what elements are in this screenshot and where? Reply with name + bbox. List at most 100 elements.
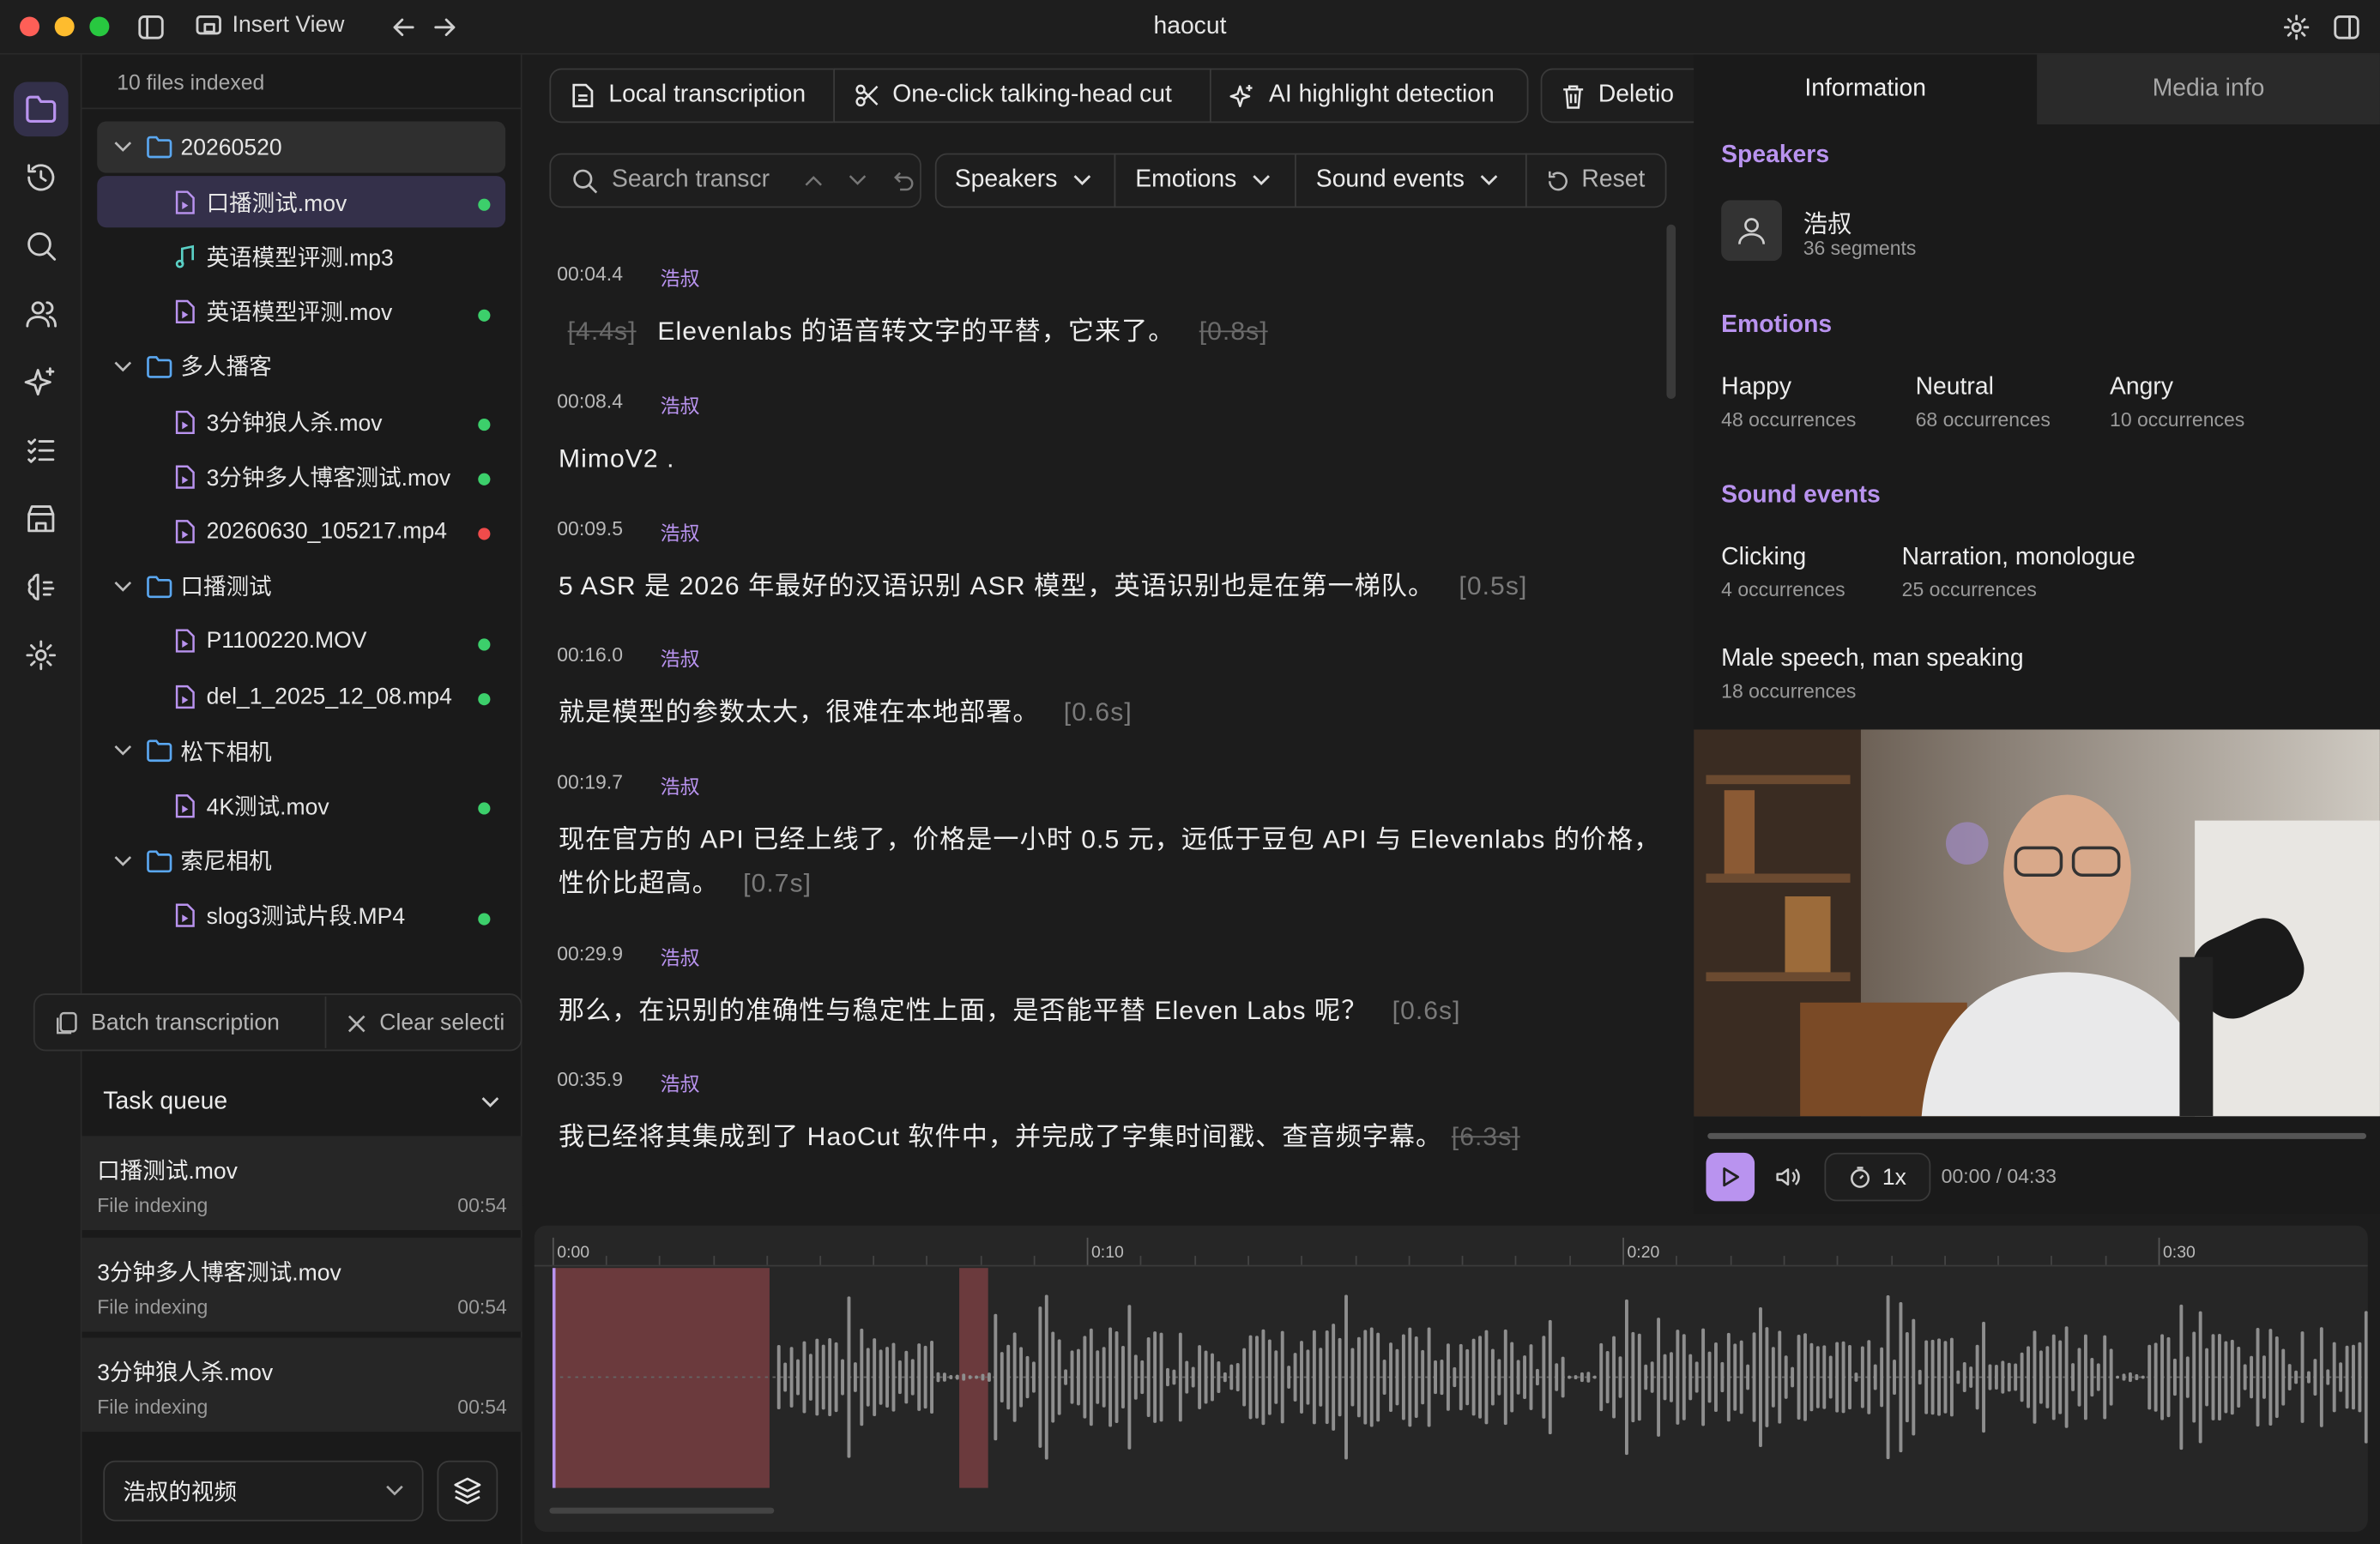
file-row[interactable]: 4K测试.mov bbox=[97, 781, 505, 832]
file-row[interactable]: 3分钟狼人杀.mov bbox=[97, 396, 505, 448]
expand-toggle[interactable] bbox=[114, 745, 132, 757]
segment-timestamp[interactable]: 00:08.4 bbox=[557, 389, 623, 413]
file-row[interactable]: slog3测试片段.MP4 bbox=[97, 890, 505, 942]
silence-marker[interactable]: [0.6s] bbox=[1392, 997, 1461, 1026]
video-preview[interactable] bbox=[1694, 729, 2380, 1117]
segment-timestamp[interactable]: 00:16.0 bbox=[557, 643, 623, 666]
folder-row[interactable]: 松下相机 bbox=[97, 726, 505, 777]
segment-text[interactable]: 现在官方的 API 已经上线了，价格是一小时 0.5 元，远低于豆包 API 与… bbox=[559, 817, 1666, 906]
nav-ai-button[interactable] bbox=[14, 355, 69, 410]
tab-media-info[interactable]: Media info bbox=[2037, 54, 2380, 124]
local-transcription-button[interactable]: Local transcription bbox=[549, 68, 836, 124]
back-arrow-icon[interactable] bbox=[391, 15, 415, 39]
undo-icon[interactable] bbox=[892, 170, 914, 191]
expand-toggle[interactable] bbox=[114, 141, 132, 153]
waveform-timeline[interactable]: 0:00 0:10 0:20 0:30 bbox=[534, 1225, 2368, 1532]
segment-speaker[interactable]: 浩叔 bbox=[661, 643, 700, 672]
nav-files-button[interactable] bbox=[13, 81, 69, 137]
task-item[interactable]: 3分钟狼人杀.mov File indexing 00:54 bbox=[82, 1337, 523, 1432]
segment-text[interactable]: [4.4s] Elevenlabs 的语音转文字的平替，它来了。 [0.8s] bbox=[559, 310, 1666, 353]
segment-text[interactable]: 5 ASR 是 2026 年最好的汉语识别 ASR 模型，英语识别也是在第一梯队… bbox=[559, 564, 1666, 608]
folder-row[interactable]: 多人播客 bbox=[97, 341, 505, 392]
silence-marker[interactable]: [4.4s] bbox=[568, 317, 637, 347]
chevron-down-icon[interactable] bbox=[114, 745, 132, 757]
search-transcript-input[interactable]: Search transcr bbox=[549, 153, 921, 208]
insert-view-button[interactable]: Insert View bbox=[196, 12, 344, 38]
chevron-down-icon[interactable] bbox=[114, 581, 132, 593]
segment-timestamp[interactable]: 00:19.7 bbox=[557, 770, 623, 793]
maximize-window-button[interactable] bbox=[89, 16, 110, 37]
transcript-scrollbar[interactable] bbox=[1666, 224, 1676, 400]
file-row[interactable]: 英语模型评测.mov bbox=[97, 286, 505, 337]
nav-store-button[interactable] bbox=[14, 492, 69, 546]
file-row[interactable]: del_1_2025_12_08.mp4 bbox=[97, 671, 505, 722]
segment-speaker[interactable]: 浩叔 bbox=[661, 942, 700, 971]
silence-marker[interactable]: [0.5s] bbox=[1459, 572, 1527, 601]
segment-speaker[interactable]: 浩叔 bbox=[661, 517, 700, 546]
expand-toggle[interactable] bbox=[114, 360, 132, 372]
segment-timestamp[interactable]: 00:35.9 bbox=[557, 1068, 623, 1091]
play-button[interactable] bbox=[1706, 1152, 1755, 1202]
silence-marker[interactable]: [0.8s] bbox=[1199, 317, 1268, 347]
nav-search-button[interactable] bbox=[14, 219, 69, 274]
chevron-down-icon[interactable] bbox=[114, 360, 132, 372]
folder-row[interactable]: 索尼相机 bbox=[97, 835, 505, 887]
speakers-filter[interactable]: Speakers bbox=[934, 153, 1116, 208]
forward-arrow-icon[interactable] bbox=[432, 15, 456, 39]
nav-history-button[interactable] bbox=[14, 150, 69, 205]
sound-events-filter[interactable]: Sound events bbox=[1295, 153, 1527, 208]
minimize-window-button[interactable] bbox=[54, 16, 75, 37]
volume-icon[interactable] bbox=[1774, 1163, 1802, 1191]
batch-transcription-button[interactable]: Batch transcription bbox=[55, 1010, 280, 1036]
nav-settings-button[interactable] bbox=[14, 628, 69, 683]
chevron-down-icon[interactable] bbox=[114, 141, 132, 153]
layers-button[interactable] bbox=[437, 1460, 498, 1522]
segment-text[interactable]: 那么，在识别的准确性与稳定性上面，是否能平替 Eleven Labs 呢？ [0.… bbox=[559, 989, 1666, 1033]
tab-information[interactable]: Information bbox=[1694, 54, 2038, 124]
segment-text[interactable]: 就是模型的参数太大，很难在本地部署。 [0.6s] bbox=[559, 691, 1666, 734]
segment-speaker[interactable]: 浩叔 bbox=[661, 770, 700, 799]
reset-filters-button[interactable]: Reset bbox=[1525, 153, 1667, 208]
task-queue-header[interactable]: Task queue bbox=[82, 1071, 523, 1134]
segment-speaker[interactable]: 浩叔 bbox=[661, 389, 700, 419]
file-row[interactable]: 20260630_105217.mp4 bbox=[97, 506, 505, 558]
playback-progress-track[interactable] bbox=[1707, 1132, 2367, 1139]
file-row[interactable]: P1100220.MOV bbox=[97, 616, 505, 667]
segment-speaker[interactable]: 浩叔 bbox=[661, 262, 700, 292]
talking-head-cut-button[interactable]: One-click talking-head cut bbox=[833, 68, 1211, 124]
segment-text[interactable]: 我已经将其集成到了 HaoCut 软件中，并完成了字集时间戳、查音频字幕。 [6.… bbox=[559, 1115, 1666, 1159]
file-row[interactable]: 3分钟多人博客测试.mov bbox=[97, 450, 505, 502]
ai-highlight-button[interactable]: AI highlight detection bbox=[1209, 68, 1529, 124]
chevron-down-icon[interactable] bbox=[114, 855, 132, 867]
segment-timestamp[interactable]: 00:09.5 bbox=[557, 517, 623, 540]
silence-marker[interactable]: [0.7s] bbox=[743, 869, 812, 898]
folder-row[interactable]: 20260520 bbox=[97, 121, 506, 173]
segment-timestamp[interactable]: 00:29.9 bbox=[557, 942, 623, 965]
task-item[interactable]: 3分钟多人博客测试.mov File indexing 00:54 bbox=[82, 1236, 523, 1331]
segment-text[interactable]: MimoV2 . bbox=[559, 437, 1666, 480]
expand-toggle[interactable] bbox=[114, 855, 132, 867]
settings-gear-icon[interactable] bbox=[2283, 14, 2311, 41]
segment-timestamp[interactable]: 00:04.4 bbox=[557, 262, 623, 286]
sidebar-toggle-icon[interactable] bbox=[138, 15, 164, 39]
nav-brain-button[interactable] bbox=[14, 559, 69, 614]
timeline-scrollbar[interactable] bbox=[549, 1507, 775, 1514]
file-row[interactable]: 英语模型评测.mp3 bbox=[97, 231, 505, 282]
emotions-filter[interactable]: Emotions bbox=[1114, 153, 1296, 208]
silence-marker[interactable]: [6.3s] bbox=[1452, 1115, 1520, 1159]
nav-people-button[interactable] bbox=[14, 286, 69, 341]
segment-speaker[interactable]: 浩叔 bbox=[661, 1068, 700, 1097]
deletion-button[interactable]: Deletio bbox=[1540, 68, 1694, 124]
task-item[interactable]: 口播测试.mov File indexing 00:54 bbox=[82, 1136, 523, 1231]
expand-toggle[interactable] bbox=[114, 581, 132, 593]
chevron-down-icon[interactable] bbox=[849, 174, 867, 186]
playback-speed-button[interactable]: 1x bbox=[1824, 1152, 1931, 1202]
chevron-up-icon[interactable] bbox=[805, 174, 823, 186]
project-select[interactable]: 浩叔的视频 bbox=[103, 1460, 424, 1522]
silence-marker[interactable]: [0.6s] bbox=[1064, 697, 1133, 727]
close-window-button[interactable] bbox=[19, 16, 39, 37]
clear-selection-button[interactable]: Clear selecti bbox=[346, 1010, 504, 1036]
file-row[interactable]: 口播测试.mov bbox=[97, 176, 506, 228]
nav-list-button[interactable] bbox=[14, 423, 69, 478]
right-panel-toggle-icon[interactable] bbox=[2333, 14, 2360, 41]
